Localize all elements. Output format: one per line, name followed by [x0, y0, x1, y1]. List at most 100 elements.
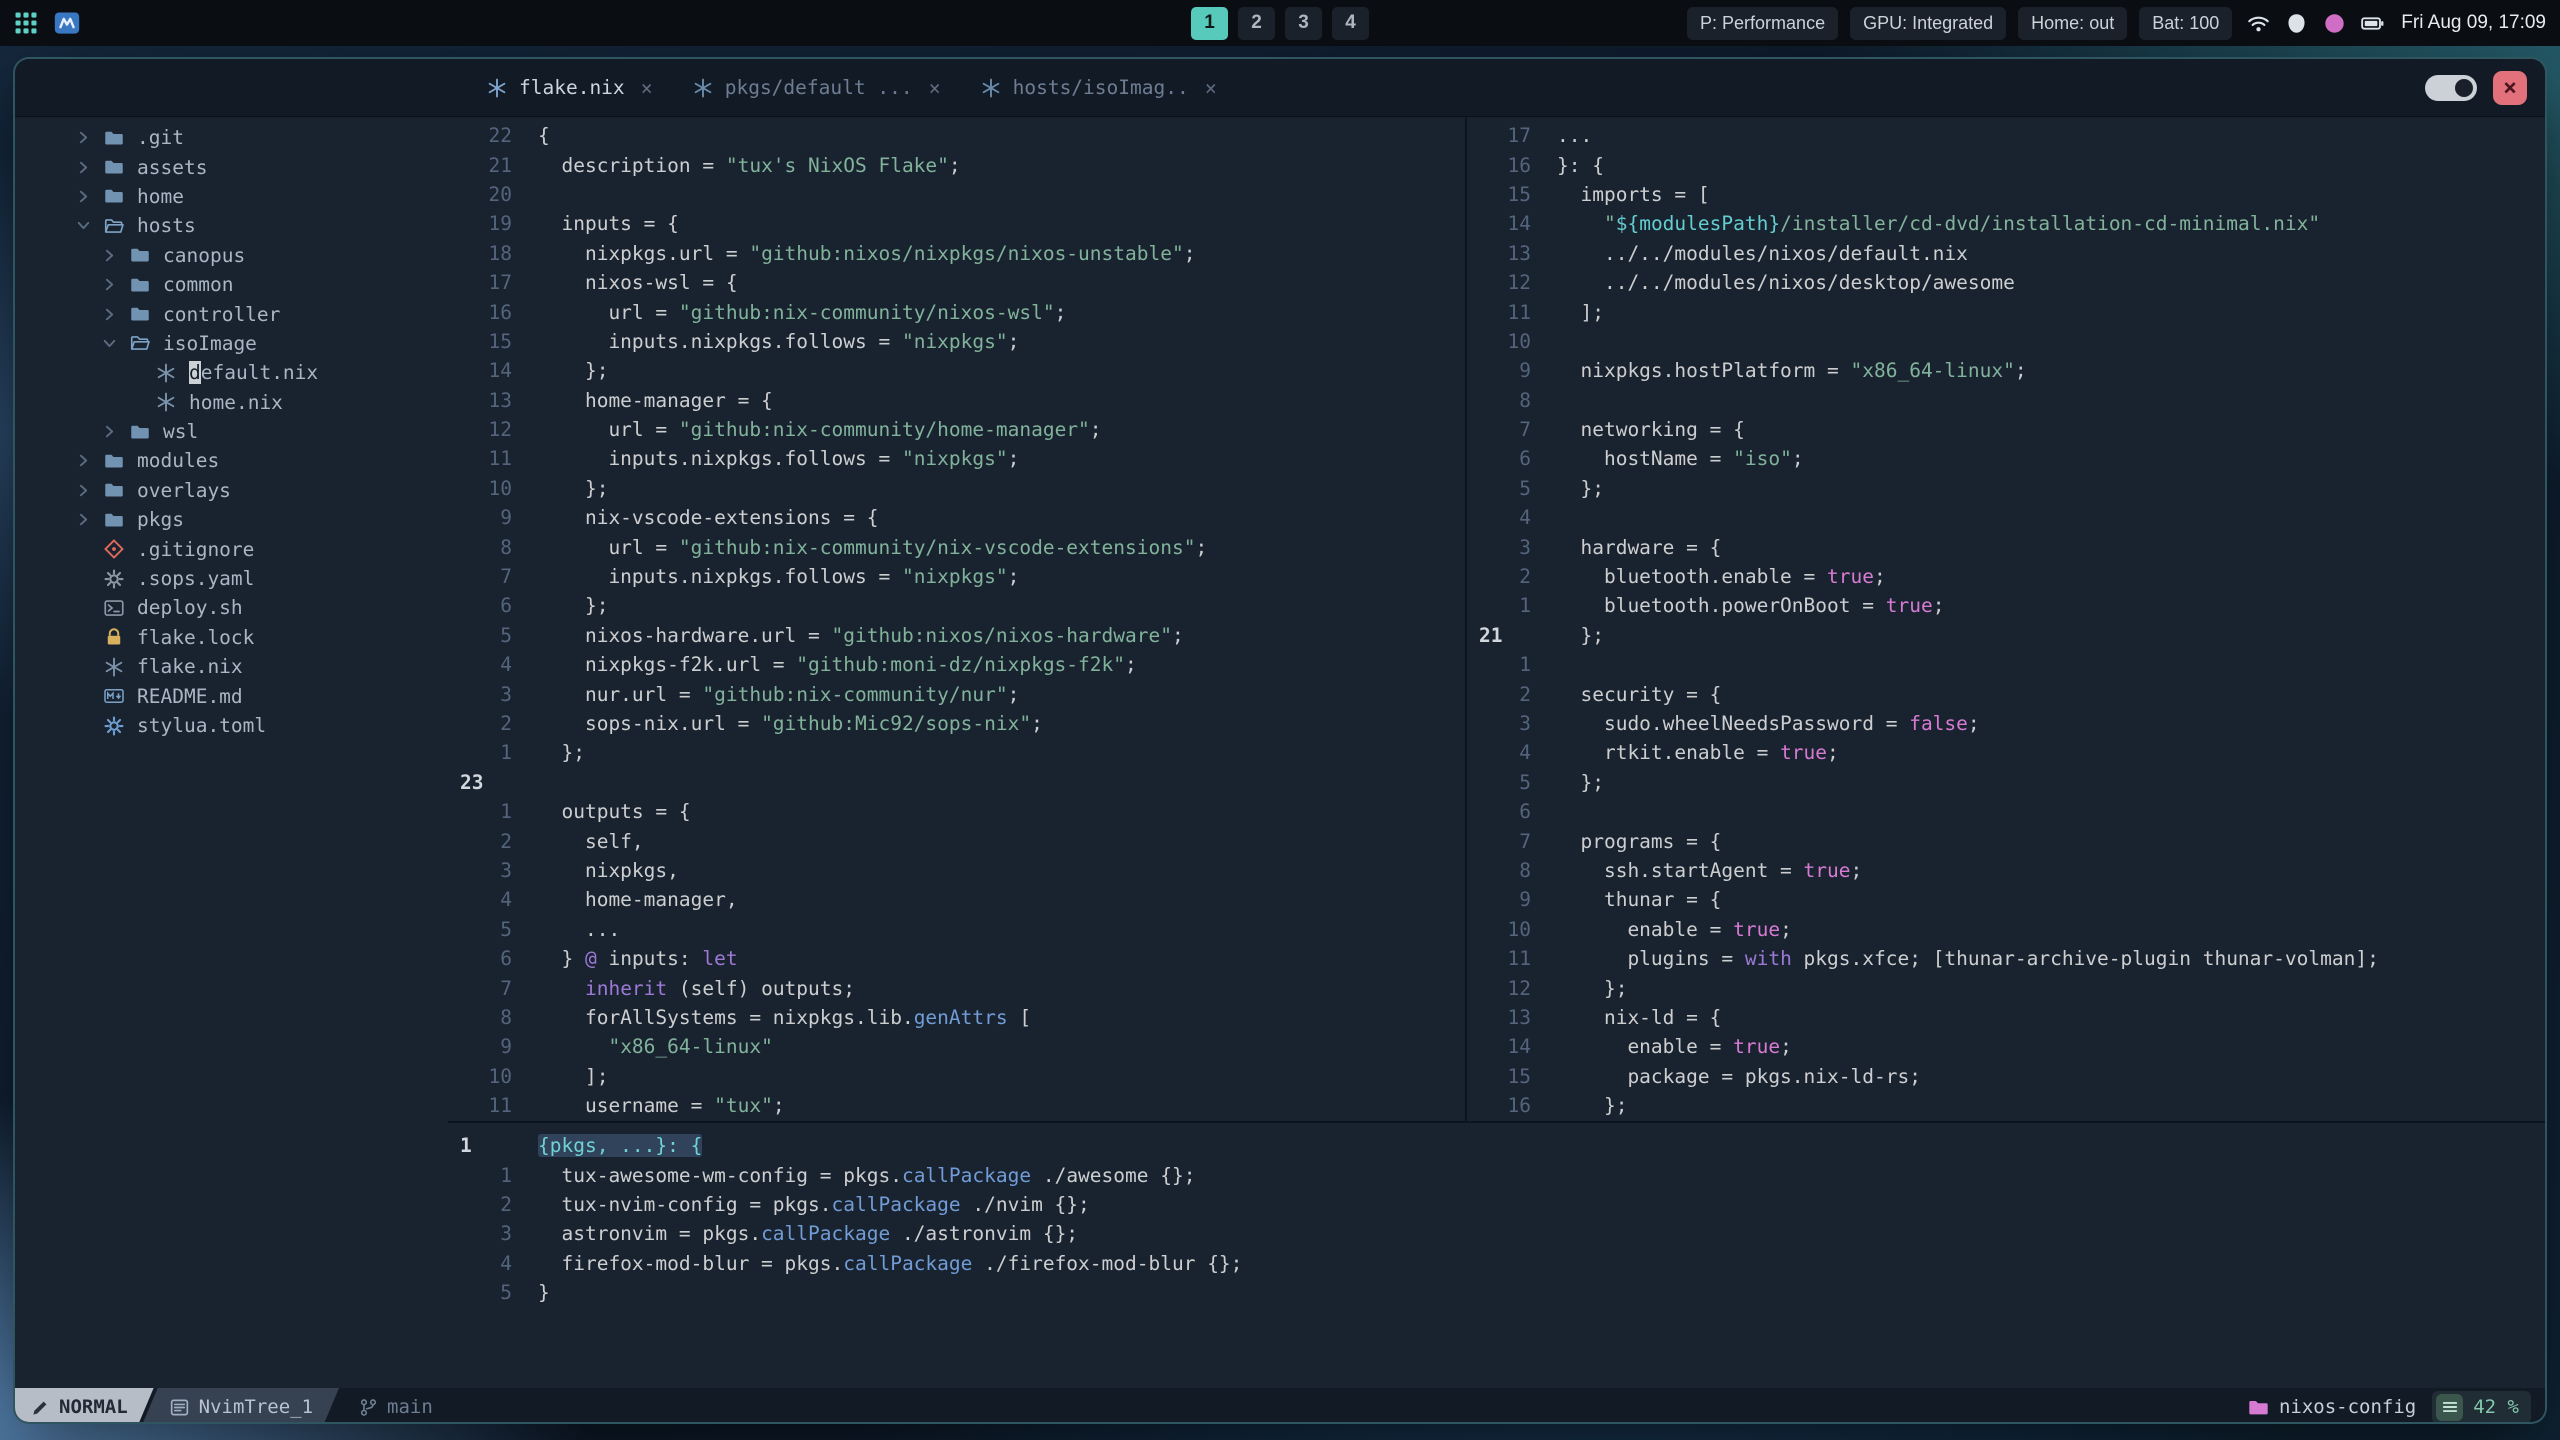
editor-pane-pkgs[interactable]: 1 {pkgs, ...}: {1 tux-awesome-wm-config =… [448, 1121, 2545, 1388]
tree-item--git[interactable]: .git [15, 123, 448, 152]
code-text: nixpkgs.hostPlatform = "x86_64-linux"; [1557, 359, 2027, 383]
line-number: 4 [500, 1251, 512, 1275]
tree-item-home[interactable]: home [15, 182, 448, 211]
code-text: url = "github:nix-community/nix-vscode-e… [538, 535, 1208, 559]
tab-close-icon[interactable]: × [1205, 76, 1217, 100]
line-number: 19 [488, 212, 512, 236]
pencil-icon [31, 1398, 50, 1417]
code-text: networking = { [1557, 418, 1745, 442]
workspace-3[interactable]: 3 [1285, 6, 1322, 40]
tray-icon [2285, 12, 2308, 35]
code-line: 15 package = pkgs.nix-ld-rs; [1467, 1062, 2545, 1091]
tree-item--gitignore[interactable]: .gitignore [15, 534, 448, 563]
editor-pane-flake[interactable]: 22{21 description = "tux's NixOS Flake";… [448, 117, 1465, 1121]
code-line: 1 outputs = { [448, 797, 1465, 826]
tree-item-flake-lock[interactable]: flake.lock [15, 623, 448, 652]
window-badge-icon[interactable] [54, 10, 80, 36]
tree-item-hosts[interactable]: hosts [15, 211, 448, 240]
tree-item-label: home.nix [189, 390, 283, 414]
chevron-right-icon[interactable] [71, 452, 95, 469]
folder-icon [100, 157, 127, 177]
tree-item-default-nix[interactable]: default.nix [15, 358, 448, 387]
line-number: 12 [1507, 271, 1531, 295]
line-number: 10 [488, 476, 512, 500]
tree-item-common[interactable]: common [15, 270, 448, 299]
chevron-right-icon[interactable] [97, 423, 121, 440]
folder-icon [104, 451, 124, 471]
chevron-right-icon[interactable] [71, 482, 95, 499]
folder-icon [104, 128, 124, 148]
code-text: ]; [1557, 300, 1604, 324]
tree-item-overlays[interactable]: overlays [15, 476, 448, 505]
tab-pkgs-default-[interactable]: pkgs/default ... × [673, 59, 961, 116]
editor-pane-iso[interactable]: 17... 16}: {15 imports = [14 "${modulesPa… [1465, 117, 2545, 1121]
code-text: } @ inputs: let [538, 947, 738, 971]
chevron-right-icon[interactable] [71, 159, 95, 176]
project-label: nixos-config [2278, 1396, 2417, 1418]
tree-item-label: controller [163, 302, 281, 326]
line-number: 7 [500, 976, 512, 1000]
file-explorer[interactable]: .git assets home hosts canopus common controll… [15, 117, 448, 1388]
nix-icon [104, 657, 124, 677]
tree-item-flake-nix[interactable]: flake.nix [15, 652, 448, 681]
tree-item-isoimage[interactable]: isoImage [15, 329, 448, 358]
line-number: 7 [1519, 418, 1531, 442]
tree-item-controller[interactable]: controller [15, 299, 448, 328]
line-number: 13 [1507, 241, 1531, 265]
workspace-1[interactable]: 1 [1191, 6, 1228, 40]
code-text: inherit (self) outputs; [584, 976, 855, 1000]
line-number: 9 [500, 1035, 512, 1059]
tree-item-stylua-toml[interactable]: stylua.toml [15, 711, 448, 740]
code-line: 1 {pkgs, ...}: { [448, 1131, 2545, 1160]
window-close-button[interactable]: × [2493, 70, 2527, 105]
line-number: 2 [1519, 565, 1531, 589]
code-text: } [538, 1281, 550, 1305]
folder-icon [104, 510, 124, 530]
nix-icon [981, 78, 1001, 98]
code-text: inputs = { [538, 212, 679, 236]
project-indicator: nixos-config [2248, 1396, 2416, 1418]
toggle-switch[interactable] [2425, 74, 2477, 101]
line-number: 11 [488, 447, 512, 471]
tab-flake-nix[interactable]: flake.nix × [467, 59, 673, 116]
line-number: 13 [488, 388, 512, 412]
tree-item-readme-md[interactable]: README.md [15, 681, 448, 710]
line-number: 15 [1507, 182, 1531, 206]
chevron-right-icon[interactable] [71, 511, 95, 528]
chevron-right-icon[interactable] [97, 276, 121, 293]
line-number: 2 [500, 1192, 512, 1216]
tree-item-label: deploy.sh [137, 596, 243, 620]
tree-item-assets[interactable]: assets [15, 152, 448, 181]
line-number: 1 [500, 800, 512, 824]
gear-icon [103, 715, 124, 736]
tree-item-home-nix[interactable]: home.nix [15, 388, 448, 417]
code-line: 11 inputs.nixpkgs.follows = "nixpkgs"; [448, 444, 1465, 473]
tree-item-modules[interactable]: modules [15, 446, 448, 475]
tree-item-deploy-sh[interactable]: deploy.sh [15, 593, 448, 622]
chevron-right-icon[interactable] [97, 306, 121, 323]
line-number: 5 [1519, 770, 1531, 794]
workspace-2[interactable]: 2 [1238, 6, 1275, 40]
code-text: ... [1557, 124, 1593, 148]
chevron-right-icon[interactable] [97, 247, 121, 264]
tab-label: hosts/isoImag.. [1012, 76, 1189, 99]
tree-item-pkgs[interactable]: pkgs [15, 505, 448, 534]
tree-item--sops-yaml[interactable]: .sops.yaml [15, 564, 448, 593]
tree-item-wsl[interactable]: wsl [15, 417, 448, 446]
chevron-down-icon[interactable] [71, 217, 95, 234]
code-line: 9 nixpkgs.hostPlatform = "x86_64-linux"; [1467, 356, 2545, 385]
code-line: 19 inputs = { [448, 209, 1465, 238]
code-text: astronvim = pkgs.callPackage ./astronvim… [538, 1222, 1079, 1246]
tree-item-label: stylua.toml [137, 714, 267, 737]
nix-icon [487, 78, 507, 98]
apps-grid-icon[interactable] [14, 11, 38, 35]
tree-item-canopus[interactable]: canopus [15, 241, 448, 270]
code-text: inputs.nixpkgs.follows = "nixpkgs"; [538, 447, 1020, 471]
tab-close-icon[interactable]: × [929, 76, 941, 100]
tab-close-icon[interactable]: × [641, 76, 653, 100]
tab-hosts-isoimag-[interactable]: hosts/isoImag.. × [961, 59, 1237, 116]
workspace-4[interactable]: 4 [1332, 6, 1369, 40]
chevron-right-icon[interactable] [71, 129, 95, 146]
chevron-right-icon[interactable] [71, 188, 95, 205]
chevron-down-icon[interactable] [97, 335, 121, 352]
